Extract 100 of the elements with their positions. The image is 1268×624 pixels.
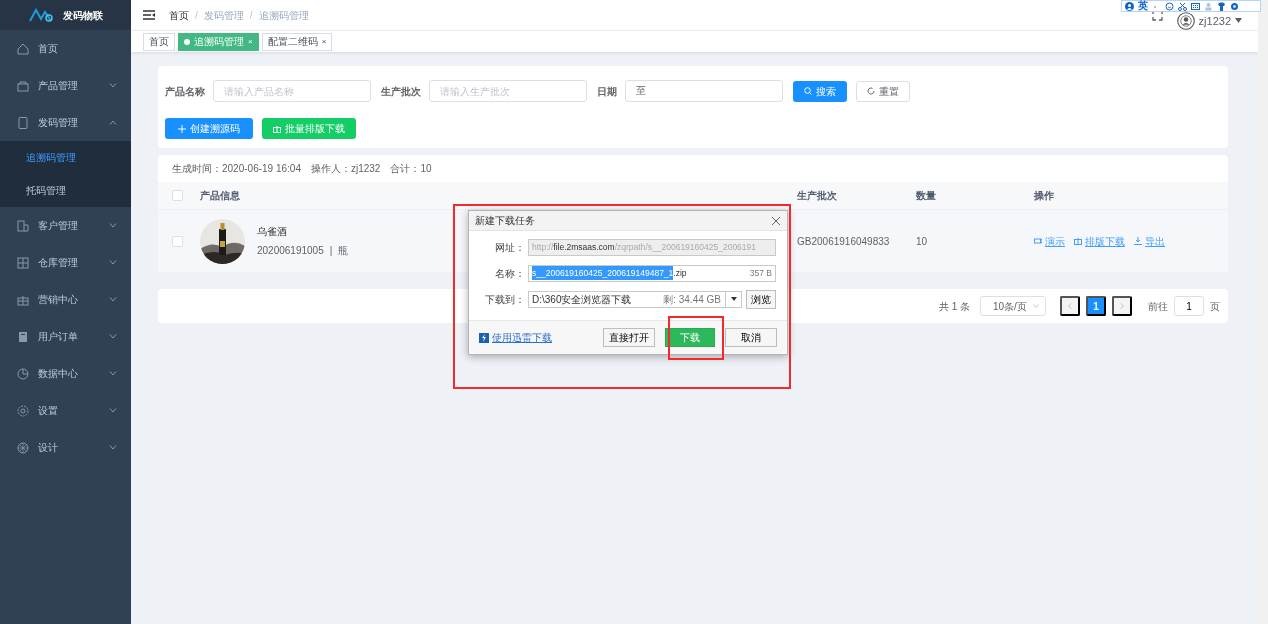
- goto-suffix: 页: [1210, 299, 1220, 314]
- chevron-down-icon: [109, 297, 117, 302]
- field-label: 网址：: [494, 240, 525, 255]
- building-icon: [16, 218, 30, 233]
- batch-number: GB20061916049833: [797, 234, 890, 249]
- fullscreen-icon[interactable]: [1151, 9, 1163, 21]
- sidebar-item[interactable]: 营销中心: [0, 281, 131, 318]
- pie-chart-icon: [16, 366, 30, 381]
- user-icon[interactable]: [1125, 1, 1134, 11]
- sidebar-item[interactable]: 仓库管理: [0, 244, 131, 281]
- input-mode[interactable]: 英: [1138, 1, 1148, 11]
- grid-icon: [16, 255, 30, 270]
- column-header: 数量: [916, 189, 936, 203]
- scissors-icon[interactable]: [1178, 1, 1187, 11]
- product-unit: 瓶: [338, 244, 349, 258]
- thunder-icon: [479, 332, 489, 343]
- summary-text: 生成时间：2020-06-19 16:04 操作人：zj1232 合计：10: [171, 162, 433, 176]
- chevron-right-icon: [1120, 303, 1124, 309]
- sidebar-item[interactable]: 产品管理: [0, 67, 131, 104]
- column-header: 产品信息: [200, 189, 240, 203]
- bag-icon: [16, 78, 30, 93]
- url-field[interactable]: http://file.2msaas.com/zqrpath/s__200619160425_2006191: [528, 238, 776, 256]
- goto-label: 前往: [1148, 299, 1168, 314]
- user-name[interactable]: zj1232: [1198, 15, 1231, 27]
- sidebar-item[interactable]: 数据中心: [0, 355, 131, 392]
- demo-icon: [1034, 237, 1042, 245]
- close-icon[interactable]: [771, 215, 781, 226]
- quantity: 10: [916, 234, 928, 249]
- column-header: 操作: [1034, 189, 1054, 203]
- home-icon: [16, 41, 30, 56]
- open-button[interactable]: 直接打开: [603, 328, 655, 347]
- chevron-down-icon: [109, 371, 117, 376]
- checkbox[interactable]: [172, 235, 183, 247]
- field-label: 名称：: [494, 266, 525, 281]
- next-button[interactable]: [1112, 296, 1132, 316]
- settings-icon: [16, 403, 30, 418]
- chevron-left-icon: [1068, 303, 1072, 309]
- column-header: 生产批次: [797, 189, 837, 203]
- chevron-down-icon: [109, 445, 117, 450]
- input-field[interactable]: 至: [625, 80, 783, 102]
- sidebar-item[interactable]: 客户管理: [0, 207, 131, 244]
- chevron-down-icon: [109, 260, 117, 265]
- clipboard-icon: [16, 329, 30, 344]
- menu-icon[interactable]: [143, 10, 155, 20]
- scrollbar[interactable]: [1258, 0, 1268, 624]
- logo-icon: [28, 8, 55, 22]
- filter-label: 生产批次: [381, 84, 421, 99]
- caret-icon[interactable]: [1235, 17, 1242, 23]
- wheel-icon: [16, 440, 30, 455]
- sidebar-item[interactable]: 设计: [0, 429, 131, 466]
- total-count: 共 1 条: [938, 299, 970, 314]
- sidebar-item[interactable]: 首页: [0, 30, 131, 67]
- dialog-title: 新建下载任务: [475, 214, 535, 228]
- filter-label: 日期: [597, 84, 617, 99]
- chevron-down-icon: [109, 83, 117, 88]
- submenu-item[interactable]: 追溯码管理: [0, 141, 131, 174]
- chevron-down-icon: [109, 334, 117, 339]
- checkbox[interactable]: [172, 190, 183, 201]
- tablet-icon: [16, 115, 30, 130]
- product-code: 202006191005: [257, 244, 324, 258]
- tag[interactable]: 首页: [143, 32, 175, 51]
- tag[interactable]: 配置二维码 ×: [261, 32, 333, 51]
- avatar[interactable]: [1176, 12, 1195, 30]
- breadcrumb-separator: /: [195, 8, 198, 23]
- filename-field[interactable]: s__200619160425_200619149487_1.zip 357 B: [528, 264, 776, 282]
- smile-icon[interactable]: [1165, 1, 1174, 11]
- chevron-up-icon: [109, 120, 117, 125]
- breadcrumb-separator: /: [249, 8, 253, 23]
- sidebar-item[interactable]: 用户订单: [0, 318, 131, 355]
- download-icon: [1134, 237, 1142, 245]
- field-label: 下载到：: [484, 292, 525, 307]
- chevron-down-icon: [1033, 304, 1039, 308]
- gift-icon: [1074, 237, 1082, 245]
- breadcrumb-item[interactable]: 首页: [169, 7, 189, 23]
- page-size-select[interactable]: 10条/页: [980, 296, 1046, 316]
- cancel-button[interactable]: 取消: [725, 328, 777, 347]
- prev-button[interactable]: [1060, 296, 1080, 316]
- chevron-down-icon: [109, 223, 117, 228]
- separator: |: [329, 244, 333, 258]
- breadcrumb-item: 追溯码管理: [258, 8, 309, 23]
- caret-icon: [730, 297, 737, 301]
- page-input[interactable]: 1: [1174, 296, 1204, 316]
- filter-label: 产品名称: [165, 84, 205, 99]
- sidebar-item[interactable]: 设置: [0, 392, 131, 429]
- browse-button[interactable]: 浏览: [746, 289, 776, 309]
- product-name: 乌雀酒: [257, 225, 288, 239]
- gift-icon: [273, 124, 281, 133]
- reset-button[interactable]: 重置: [856, 80, 910, 102]
- brand-name: 发码物联: [62, 8, 103, 23]
- sidebar-item[interactable]: 发码管理: [0, 104, 131, 141]
- plus-icon: [178, 124, 186, 133]
- settings-icon[interactable]: [1230, 1, 1239, 11]
- submenu-item[interactable]: 托码管理: [0, 174, 131, 207]
- shirt-icon[interactable]: [1217, 1, 1226, 11]
- download-link[interactable]: 使用迅雷下载: [492, 330, 552, 345]
- chevron-down-icon: [109, 408, 117, 413]
- folder-select[interactable]: D:\360安全浏览器下载 剩: 34.44 GB: [528, 290, 742, 308]
- keyboard-icon[interactable]: [1191, 1, 1200, 11]
- refresh-icon: [867, 87, 875, 95]
- search-icon: [804, 87, 812, 95]
